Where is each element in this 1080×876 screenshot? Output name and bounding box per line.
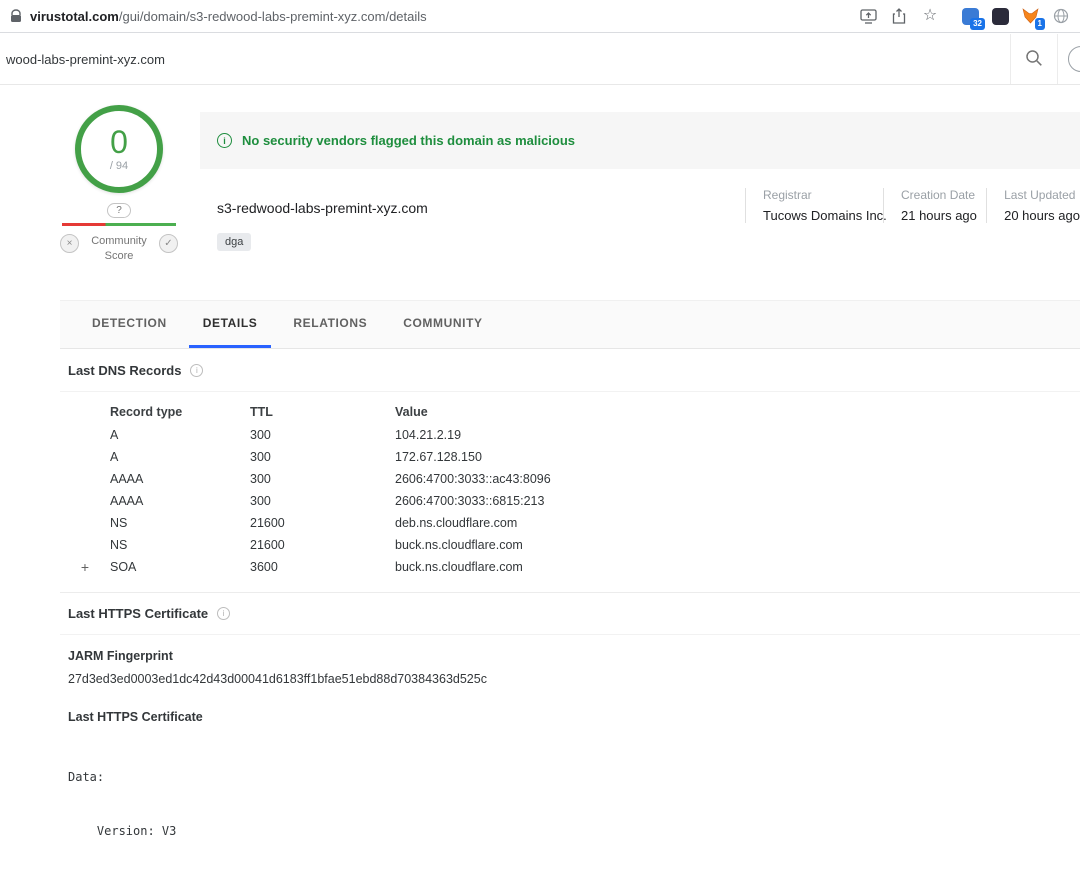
- record-value: 2606:4700:3033::ac43:8096: [395, 472, 1080, 486]
- tab-details[interactable]: DETAILS: [189, 301, 272, 348]
- record-ttl: 300: [250, 472, 395, 486]
- info-icon[interactable]: i: [190, 364, 203, 377]
- domain-report-header: 0 / 94 ? × Community Score ✓ i No securi…: [0, 85, 1080, 300]
- column-value: Value: [395, 405, 1080, 419]
- community-score-hint-badge[interactable]: ?: [107, 203, 131, 218]
- dns-records-title: Last DNS Records: [68, 363, 181, 378]
- profile-avatar[interactable]: [1068, 46, 1080, 72]
- dns-record-row: AAAA 300 2606:4700:3033::6815:213: [60, 490, 1080, 512]
- record-value: 172.67.128.150: [395, 450, 1080, 464]
- verdict-banner-text: No security vendors flagged this domain …: [242, 133, 575, 148]
- record-type: A: [110, 450, 250, 464]
- url-path: /gui/domain/s3-redwood-labs-premint-xyz.…: [119, 9, 427, 24]
- detection-score-circle: 0 / 94: [75, 105, 163, 193]
- record-type: AAAA: [110, 472, 250, 486]
- expand-soa-icon[interactable]: +: [60, 559, 110, 575]
- record-type: AAAA: [110, 494, 250, 508]
- extension-badge: 32: [970, 18, 985, 30]
- extension-badge: 1: [1035, 18, 1045, 30]
- record-value: 2606:4700:3033::6815:213: [395, 494, 1080, 508]
- record-type: SOA: [110, 560, 250, 574]
- record-type: NS: [110, 538, 250, 552]
- community-score-gradient-bar: [62, 223, 176, 226]
- tab-detection[interactable]: DETECTION: [78, 301, 181, 348]
- tab-community[interactable]: COMMUNITY: [389, 301, 496, 348]
- dns-records-section-header: Last DNS Records i: [60, 350, 1080, 392]
- lock-icon[interactable]: [10, 9, 22, 23]
- report-tabs: DETECTION DETAILS RELATIONS COMMUNITY: [60, 300, 1080, 349]
- meta-last-updated: Last Updated 20 hours ago: [986, 188, 1080, 223]
- url-text[interactable]: virustotal.com/gui/domain/s3-redwood-lab…: [30, 9, 427, 24]
- meta-label: Creation Date: [901, 188, 986, 202]
- dns-record-row: NS 21600 deb.ns.cloudflare.com: [60, 512, 1080, 534]
- cert-line: Version: V3: [68, 822, 1080, 840]
- domain-meta-row: Registrar Tucows Domains Inc. Creation D…: [745, 188, 1080, 223]
- https-certificate-section-header: Last HTTPS Certificate i: [60, 593, 1080, 635]
- certificate-dump: Data: Version: V3: [60, 732, 1080, 876]
- meta-creation-date: Creation Date 21 hours ago: [883, 188, 986, 223]
- extension-icon-dark[interactable]: [992, 8, 1009, 25]
- https-certificate-title: Last HTTPS Certificate: [68, 606, 208, 621]
- record-ttl: 300: [250, 428, 395, 442]
- record-ttl: 21600: [250, 538, 395, 552]
- verdict-banner: i No security vendors flagged this domai…: [200, 112, 1080, 169]
- browser-actions: ☆ 32 1: [859, 7, 1070, 25]
- dns-record-row: AAAA 300 2606:4700:3033::ac43:8096: [60, 468, 1080, 490]
- meta-value: 20 hours ago: [1004, 208, 1080, 223]
- record-ttl: 3600: [250, 560, 395, 574]
- vt-search-bar: wood-labs-premint-xyz.com: [0, 34, 1080, 85]
- detection-score-total: / 94: [110, 160, 128, 172]
- record-value: buck.ns.cloudflare.com: [395, 538, 1080, 552]
- column-record-type: Record type: [110, 405, 250, 419]
- certificate-data-label: Last HTTPS Certificate: [60, 710, 1080, 724]
- meta-value: Tucows Domains Inc.: [763, 208, 883, 223]
- dns-record-row: + SOA 3600 buck.ns.cloudflare.com: [60, 556, 1080, 578]
- info-icon[interactable]: i: [217, 607, 230, 620]
- record-type: NS: [110, 516, 250, 530]
- vote-malicious-button[interactable]: ×: [60, 234, 79, 253]
- record-ttl: 300: [250, 450, 395, 464]
- share-icon[interactable]: [890, 7, 908, 25]
- vote-harmless-button[interactable]: ✓: [159, 234, 178, 253]
- dns-table-header: Record type TTL Value: [60, 400, 1080, 424]
- domain-name: s3-redwood-labs-premint-xyz.com: [217, 200, 428, 216]
- record-ttl: 21600: [250, 516, 395, 530]
- search-button[interactable]: [1010, 34, 1058, 84]
- record-ttl: 300: [250, 494, 395, 508]
- record-value: 104.21.2.19: [395, 428, 1080, 442]
- record-value: deb.ns.cloudflare.com: [395, 516, 1080, 530]
- domain-tag-dga[interactable]: dga: [217, 233, 251, 251]
- record-value: buck.ns.cloudflare.com: [395, 560, 1080, 574]
- community-score-label: Community Score: [87, 234, 151, 264]
- extension-icon-blue[interactable]: 32: [962, 8, 979, 25]
- details-tab-content: Last DNS Records i Record type TTL Value…: [60, 350, 1080, 746]
- record-type: A: [110, 428, 250, 442]
- https-certificate-section: Last HTTPS Certificate i JARM Fingerprin…: [60, 592, 1080, 876]
- meta-registrar: Registrar Tucows Domains Inc.: [745, 188, 883, 223]
- tab-relations[interactable]: RELATIONS: [279, 301, 381, 348]
- meta-label: Last Updated: [1004, 188, 1080, 202]
- community-vote-row: × Community Score ✓: [60, 234, 178, 264]
- info-icon: i: [217, 133, 232, 148]
- meta-label: Registrar: [763, 188, 883, 202]
- cert-line: Data:: [68, 768, 1080, 786]
- search-icon: [1025, 49, 1043, 70]
- search-input[interactable]: wood-labs-premint-xyz.com: [0, 52, 1010, 67]
- url-domain: virustotal.com: [30, 9, 119, 24]
- jarm-fingerprint-label: JARM Fingerprint: [60, 649, 1080, 663]
- meta-value: 21 hours ago: [901, 208, 986, 223]
- score-panel: 0 / 94 ? × Community Score ✓: [60, 105, 178, 264]
- bookmark-star-icon[interactable]: ☆: [921, 7, 939, 25]
- send-to-device-icon[interactable]: [859, 7, 877, 25]
- globe-icon[interactable]: [1052, 7, 1070, 25]
- dns-record-row: A 300 172.67.128.150: [60, 446, 1080, 468]
- detection-score-value: 0: [110, 126, 128, 158]
- column-ttl: TTL: [250, 405, 395, 419]
- jarm-fingerprint-value: 27d3ed3ed0003ed1dc42d43d00041d6183ff1bfa…: [60, 672, 1080, 686]
- metamask-fox-icon[interactable]: 1: [1022, 8, 1039, 25]
- dns-records-table: Record type TTL Value A 300 104.21.2.19 …: [60, 400, 1080, 578]
- browser-address-bar: virustotal.com/gui/domain/s3-redwood-lab…: [0, 0, 1080, 33]
- dns-record-row: A 300 104.21.2.19: [60, 424, 1080, 446]
- dns-record-row: NS 21600 buck.ns.cloudflare.com: [60, 534, 1080, 556]
